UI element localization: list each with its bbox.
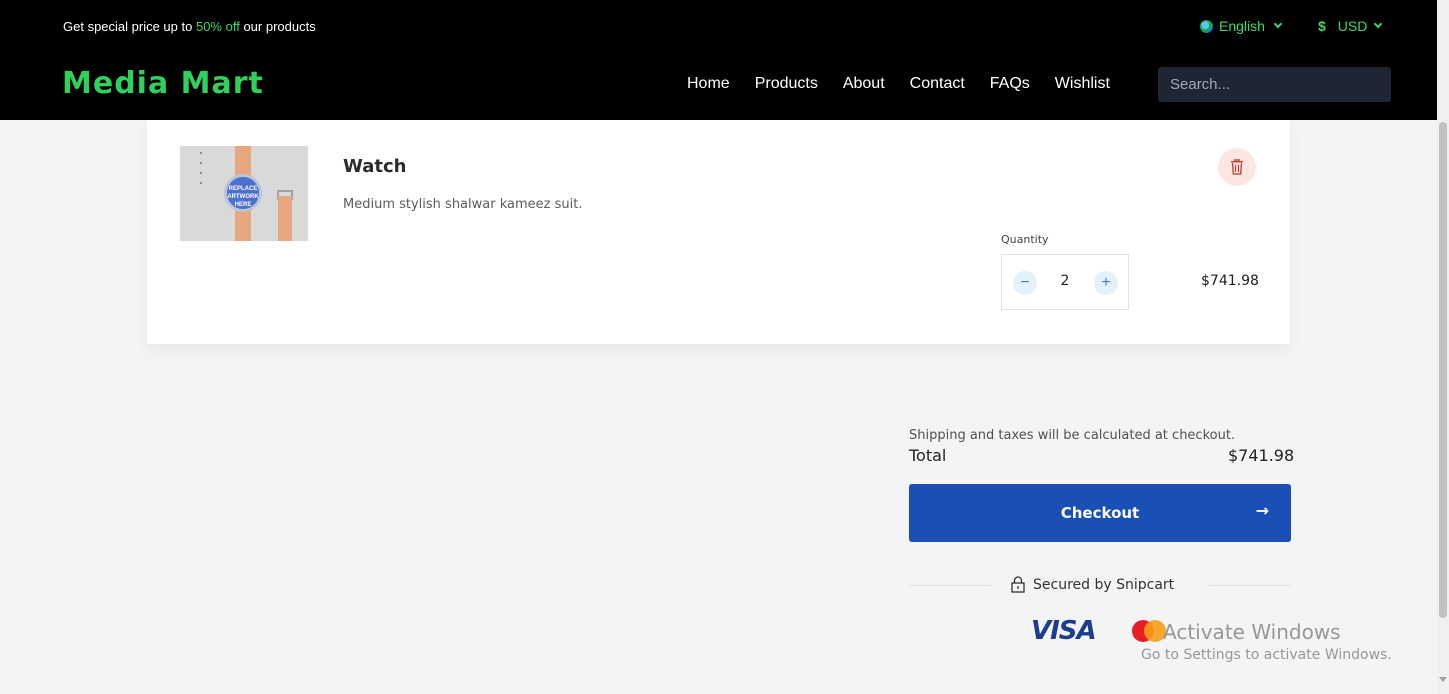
checkout-button[interactable]: Checkout →	[909, 484, 1291, 542]
language-label: English	[1219, 18, 1265, 34]
activation-watermark-title: Activate Windows	[1163, 620, 1341, 644]
main-nav: Home Products About Contact FAQs Wishlis…	[687, 75, 1110, 93]
language-selector[interactable]: English	[1200, 18, 1283, 34]
total-label: Total	[909, 446, 947, 465]
remove-item-button[interactable]	[1218, 148, 1256, 186]
quantity-value: 2	[1060, 273, 1070, 289]
visa-logo: VISA	[1031, 616, 1097, 646]
secured-text-group: Secured by Snipcart	[1011, 576, 1174, 593]
shipping-note: Shipping and taxes will be calculated at…	[909, 428, 1236, 443]
minus-icon: −	[1020, 274, 1030, 291]
mastercard-icon	[1132, 620, 1166, 642]
globe-icon	[1200, 19, 1213, 33]
nav-about[interactable]: About	[843, 75, 885, 93]
checkout-label: Checkout	[1060, 504, 1140, 522]
lock-icon	[1011, 576, 1025, 593]
decrease-quantity-button[interactable]: −	[1013, 271, 1037, 295]
divider-right	[1209, 585, 1291, 586]
dollar-icon: $	[1318, 18, 1326, 34]
secured-label: Secured by Snipcart	[1033, 576, 1175, 593]
product-image[interactable]: REPLACE ARTWORK HERE	[180, 146, 308, 241]
arrow-right-icon: →	[1255, 501, 1269, 520]
secured-by-row: Secured by Snipcart	[909, 575, 1291, 597]
chevron-down-icon	[1374, 19, 1383, 29]
activation-watermark-subtitle: Go to Settings to activate Windows.	[1141, 647, 1392, 663]
promo-banner: Get special price up to 50% off our prod…	[63, 19, 316, 34]
increase-quantity-button[interactable]: +	[1094, 271, 1118, 295]
plus-icon: +	[1101, 274, 1111, 291]
scrollbar-thumb[interactable]	[1439, 122, 1447, 618]
currency-label: USD	[1337, 18, 1368, 34]
total-value: $741.98	[1228, 446, 1295, 465]
brand-logo[interactable]: Media Mart	[62, 66, 264, 101]
product-description: Medium stylish shalwar kameez suit.	[343, 197, 583, 212]
line-item-price: $741.98	[1201, 273, 1259, 289]
scroll-down-arrow-icon[interactable]	[1439, 677, 1447, 682]
promo-suffix: our products	[239, 19, 316, 34]
currency-selector[interactable]: $ USD	[1318, 18, 1383, 34]
watch-dial: REPLACE ARTWORK HERE	[224, 174, 262, 212]
chevron-down-icon	[1273, 19, 1283, 29]
divider-left	[909, 585, 991, 586]
top-header: Get special price up to 50% off our prod…	[0, 0, 1437, 120]
nav-wishlist[interactable]: Wishlist	[1055, 75, 1110, 93]
strap-holes	[200, 152, 202, 192]
search-input[interactable]	[1158, 67, 1391, 102]
product-name: Watch	[343, 156, 407, 177]
nav-faqs[interactable]: FAQs	[990, 75, 1030, 93]
nav-products[interactable]: Products	[755, 75, 818, 93]
cart-item-card: REPLACE ARTWORK HERE Watch Medium stylis…	[147, 120, 1290, 344]
quantity-stepper: − 2 +	[1001, 254, 1129, 310]
quantity-label: Quantity	[1001, 233, 1049, 246]
watch-strap-loose	[278, 196, 292, 241]
nav-home[interactable]: Home	[687, 75, 730, 93]
nav-contact[interactable]: Contact	[910, 75, 965, 93]
promo-highlight: 50% off	[195, 19, 240, 34]
trash-icon	[1231, 159, 1243, 175]
promo-prefix: Get special price up to	[63, 19, 196, 34]
watch-strap-bottom	[235, 208, 251, 241]
